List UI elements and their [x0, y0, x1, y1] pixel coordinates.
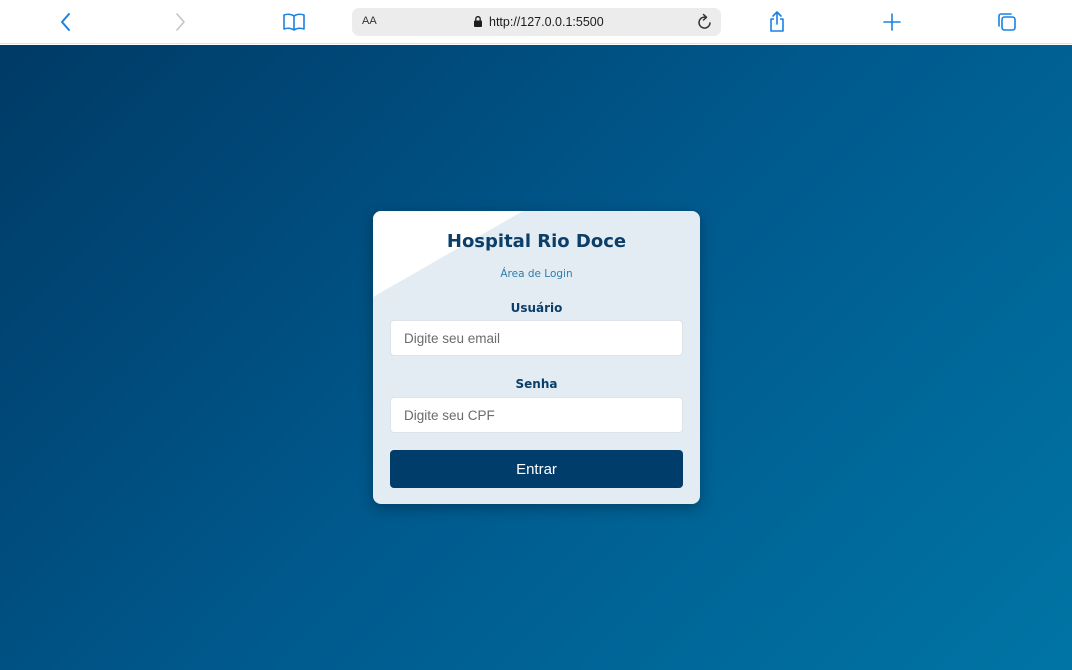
reload-icon[interactable]: [695, 11, 715, 38]
email-field[interactable]: [390, 320, 683, 356]
text-size-button[interactable]: AA: [362, 15, 377, 27]
cpf-field[interactable]: [390, 397, 683, 433]
card-decoration: [373, 211, 523, 297]
user-label: Usuário: [510, 301, 563, 315]
new-tab-icon[interactable]: [878, 8, 906, 36]
password-label: Senha: [515, 377, 558, 391]
url-text: http://127.0.0.1:5500: [489, 15, 604, 29]
login-card: Hospital Rio Doce Área de Login Usuário …: [373, 211, 700, 504]
lock-icon: [473, 15, 483, 33]
bookmarks-icon[interactable]: [280, 8, 308, 36]
browser-toolbar: AA http://127.0.0.1:5500: [0, 0, 1072, 44]
login-subtitle: Área de Login: [500, 268, 573, 280]
login-button[interactable]: Entrar: [390, 450, 683, 488]
tabs-icon[interactable]: [993, 8, 1021, 36]
share-icon[interactable]: [763, 8, 791, 36]
back-icon[interactable]: [52, 8, 80, 36]
forward-icon[interactable]: [166, 8, 194, 36]
page-title: Hospital Rio Doce: [446, 231, 627, 252]
address-bar[interactable]: AA http://127.0.0.1:5500: [352, 8, 721, 36]
